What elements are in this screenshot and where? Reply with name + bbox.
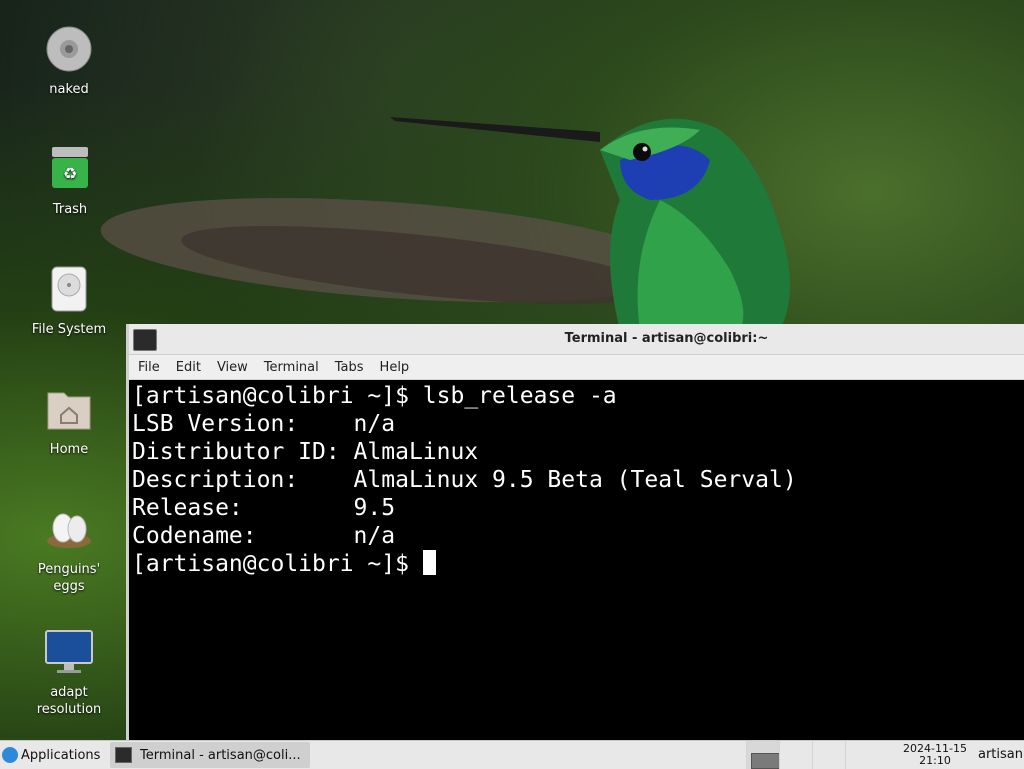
menu-help[interactable]: Help [372, 360, 418, 375]
desktop-icon-home[interactable]: Home [19, 385, 119, 458]
optical-disc-icon [44, 25, 94, 75]
desktop-icon-label: Penguins' eggs [37, 562, 101, 594]
clock-time: 21:10 [919, 754, 951, 767]
terminal-cursor [422, 550, 436, 575]
terminal-line: Distributor ID: AlmaLinux [132, 439, 479, 465]
terminal-line: [artisan@colibri ~]$ lsb_release -a [132, 383, 617, 409]
desktop-icon-file-system[interactable]: File System [19, 265, 119, 338]
menu-terminal[interactable]: Terminal [256, 360, 327, 375]
menu-file[interactable]: File [129, 360, 168, 375]
wallpaper-hummingbird [100, 117, 790, 330]
terminal-icon [115, 747, 132, 763]
window-titlebar[interactable]: Terminal - artisan@colibri:~ [129, 324, 1024, 355]
taskbar: Applications Terminal - artisan@coli... … [0, 740, 1024, 769]
taskbar-item-label: Terminal - artisan@coli... [140, 747, 301, 763]
eggs-icon [44, 505, 94, 555]
window-title: Terminal - artisan@colibri:~ [564, 331, 769, 346]
taskbar-item-terminal[interactable]: Terminal - artisan@coli... [110, 742, 310, 768]
workspace-4[interactable] [845, 741, 878, 769]
terminal-line: Codename: n/a [132, 523, 396, 549]
desktop-icon-adapt-resolution[interactable]: adapt resolution [19, 628, 119, 718]
desktop-icon-label: naked [49, 82, 89, 97]
workspace-switcher [746, 741, 878, 769]
applications-logo-icon [2, 747, 18, 763]
applications-label: Applications [21, 747, 101, 763]
menu-bar: File Edit View Terminal Tabs Help [129, 355, 1024, 380]
hard-drive-icon [44, 265, 94, 315]
desktop-icon-trash[interactable]: ♻ Trash [20, 145, 120, 218]
terminal-output[interactable]: [artisan@colibri ~]$ lsb_release -a LSB V… [129, 380, 1024, 578]
user-menu[interactable]: artisan [978, 747, 1023, 762]
terminal-line: Description: AlmaLinux 9.5 Beta (Teal Se… [132, 467, 797, 493]
monitor-icon [44, 628, 94, 678]
terminal-line: LSB Version: n/a [132, 411, 396, 437]
svg-text:♻: ♻ [63, 164, 77, 183]
terminal-prompt: [artisan@colibri ~]$ [132, 551, 423, 577]
workspace-window-thumbnail [751, 753, 780, 769]
desktop-icon-label: adapt resolution [36, 685, 102, 717]
desktop-icon-label: File System [31, 322, 107, 337]
desktop-icon-penguins-eggs[interactable]: Penguins' eggs [19, 505, 119, 595]
desktop-icon-label: Trash [52, 202, 88, 217]
home-folder-icon [44, 385, 94, 435]
desktop-icon-label: Home [49, 442, 89, 457]
menu-view[interactable]: View [209, 360, 256, 375]
workspace-3[interactable] [812, 741, 845, 769]
menu-edit[interactable]: Edit [168, 360, 209, 375]
trash-icon: ♻ [45, 145, 95, 195]
applications-menu-button[interactable]: Applications [0, 741, 100, 769]
terminal-prompt-line: [artisan@colibri ~]$ [132, 550, 1024, 578]
terminal-window[interactable]: Terminal - artisan@colibri:~ File Edit V… [126, 324, 1024, 742]
menu-tabs[interactable]: Tabs [327, 360, 372, 375]
workspace-2[interactable] [779, 741, 812, 769]
workspace-1[interactable] [746, 741, 780, 769]
clock[interactable]: 2024-11-15 21:10 [885, 743, 985, 767]
terminal-line: Release: 9.5 [132, 495, 396, 521]
desktop-icon-naked[interactable]: naked [19, 25, 119, 98]
